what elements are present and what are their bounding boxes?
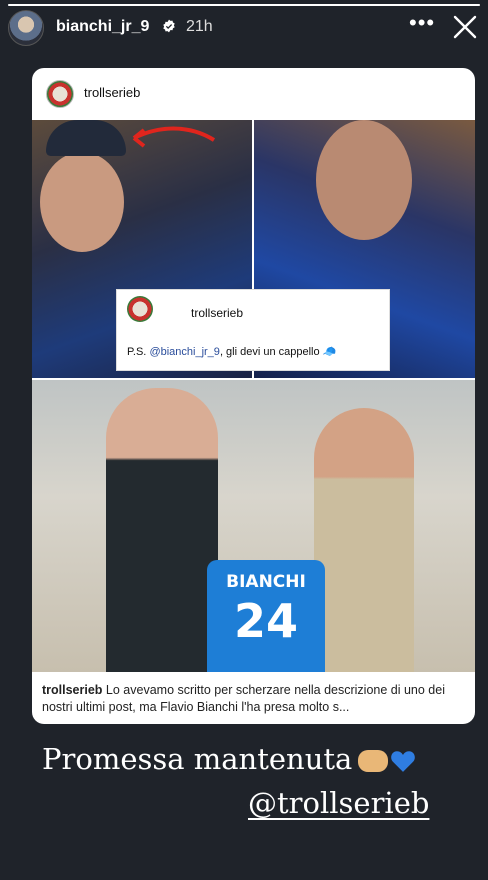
- comment-overlay: trollserieb P.S. @bianchi_jr_9, gli devi…: [116, 289, 390, 371]
- cap-shape: [46, 120, 126, 156]
- caption-username[interactable]: trollserieb: [42, 683, 102, 697]
- story-progress-bar: [8, 4, 480, 6]
- avatar[interactable]: [8, 10, 44, 46]
- fan-face-2: [316, 120, 412, 240]
- shared-post-card[interactable]: trollserieb BIANCHI 24 trollserieb P.S. …: [32, 68, 475, 724]
- story-timestamp: 21h: [186, 18, 213, 35]
- fan-face: [40, 152, 124, 252]
- trollserieb-avatar[interactable]: [46, 80, 74, 108]
- story-text-line1: Promessa mantenuta: [42, 742, 416, 776]
- blue-heart-icon: [391, 751, 416, 772]
- jersey: BIANCHI 24: [207, 560, 325, 672]
- man-left: [106, 388, 218, 672]
- handshake-icon: [358, 750, 389, 772]
- jersey-photo: BIANCHI 24: [32, 380, 475, 672]
- story-text-promessa: Promessa mantenuta: [42, 742, 353, 776]
- close-icon[interactable]: [452, 14, 478, 40]
- man-right: [314, 408, 414, 672]
- caption-text: Lo avevamo scritto per scherzare nella d…: [42, 683, 445, 714]
- comment-prefix: P.S.: [127, 346, 150, 358]
- comment-username: trollserieb: [191, 306, 244, 320]
- story-progress-fill: [8, 4, 480, 6]
- jersey-number: 24: [233, 594, 298, 648]
- shared-post-header: trollserieb: [32, 68, 475, 120]
- more-icon[interactable]: •••: [409, 12, 435, 34]
- comment-text: P.S. @bianchi_jr_9, gli devi un cappello…: [127, 345, 336, 358]
- comment-mention[interactable]: @bianchi_jr_9: [149, 346, 220, 358]
- shared-post-username[interactable]: trollserieb: [84, 85, 140, 100]
- comment-avatar: [127, 296, 153, 322]
- story-username[interactable]: bianchi_jr_9: [56, 18, 149, 36]
- post-caption: trollserieb Lo avevamo scritto per scher…: [42, 682, 468, 716]
- verified-badge-icon: [163, 19, 175, 33]
- red-arrow-icon: [132, 126, 216, 148]
- jersey-name: BIANCHI: [226, 572, 306, 592]
- story-header: bianchi_jr_9 21h •••: [0, 8, 488, 48]
- story-mention-link[interactable]: @trollserieb: [248, 786, 429, 820]
- comment-suffix: , gli devi un cappello 🧢: [219, 346, 337, 358]
- post-image-collage: BIANCHI 24 trollserieb P.S. @bianchi_jr_…: [32, 120, 475, 724]
